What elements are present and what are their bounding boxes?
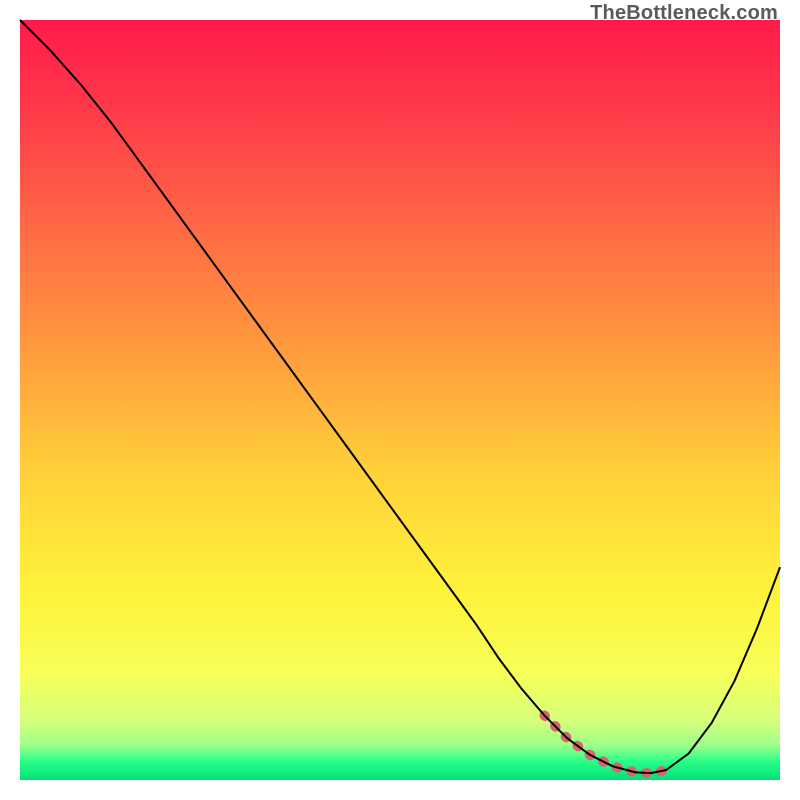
curve-layer: [20, 20, 780, 780]
optimal-range-highlight: [544, 715, 666, 773]
bottleneck-curve: [20, 20, 780, 773]
plot-area: [20, 20, 780, 780]
chart-container: TheBottleneck.com: [0, 0, 800, 800]
